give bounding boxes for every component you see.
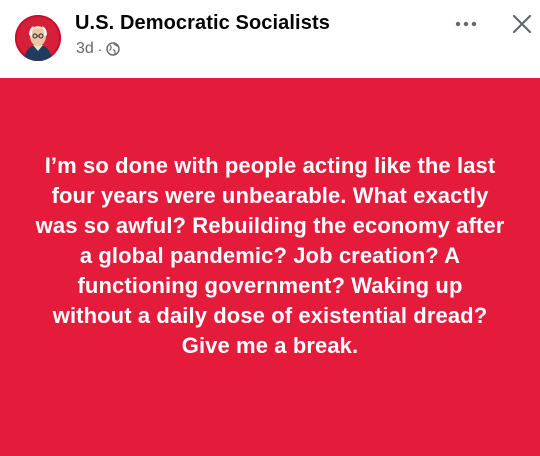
avatar[interactable] bbox=[15, 15, 61, 61]
meta-separator: · bbox=[97, 41, 103, 57]
page-name[interactable]: U.S. Democratic Socialists bbox=[75, 12, 330, 35]
globe-icon bbox=[106, 42, 121, 56]
post-meta: 3d · bbox=[76, 40, 121, 58]
post-body-text: I’m so done with people acting like the … bbox=[35, 153, 505, 358]
close-button[interactable] bbox=[506, 8, 538, 40]
more-horizontal-icon bbox=[455, 21, 477, 27]
status-background-card: I’m so done with people acting like the … bbox=[0, 78, 540, 456]
close-icon bbox=[512, 14, 532, 34]
more-options-button[interactable] bbox=[450, 10, 482, 38]
portrait-avatar-icon bbox=[15, 15, 61, 61]
post-time[interactable]: 3d bbox=[76, 40, 94, 58]
post-header: U.S. Democratic Socialists 3d · bbox=[0, 0, 540, 78]
facebook-post: U.S. Democratic Socialists 3d · I’m so d… bbox=[0, 0, 540, 456]
